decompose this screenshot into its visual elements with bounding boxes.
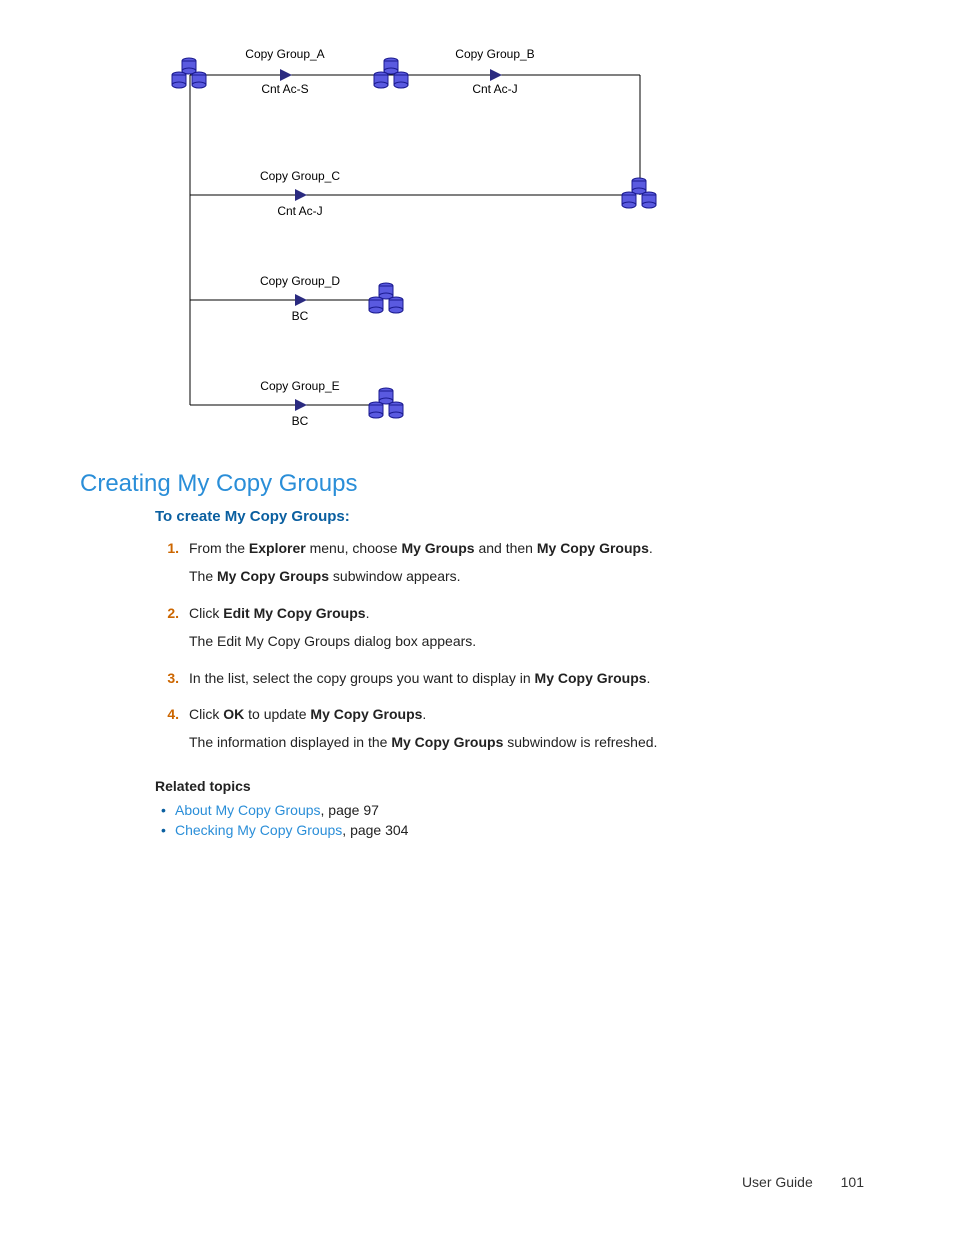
svg-text:Cnt Ac-J: Cnt Ac-J bbox=[277, 204, 322, 218]
svg-text:Copy Group_D: Copy Group_D bbox=[260, 274, 340, 288]
related-link[interactable]: Checking My Copy Groups bbox=[175, 822, 342, 838]
step: 1. From the Explorer menu, choose My Grou… bbox=[155, 537, 874, 594]
step: 2. Click Edit My Copy Groups. The Edit My … bbox=[155, 602, 874, 659]
copy-groups-diagram: Copy Group_A Copy Group_B Cnt Ac-S Cnt A… bbox=[160, 30, 874, 440]
page-footer: User Guide 101 bbox=[742, 1174, 864, 1190]
related-list: About My Copy Groups, page 97 Checking My… bbox=[155, 802, 874, 838]
step-body: Click Edit My Copy Groups. The Edit My Co… bbox=[189, 602, 874, 659]
related-link[interactable]: About My Copy Groups bbox=[175, 802, 321, 818]
footer-label: User Guide bbox=[742, 1174, 813, 1190]
section-title: Creating My Copy Groups bbox=[80, 470, 874, 498]
step-body: Click OK to update My Copy Groups. The in… bbox=[189, 703, 874, 760]
svg-text:Copy Group_C: Copy Group_C bbox=[260, 169, 340, 183]
step-line: The information displayed in the My Copy… bbox=[189, 731, 874, 753]
section-subtitle: To create My Copy Groups: bbox=[155, 508, 874, 525]
step-number: 3. bbox=[155, 667, 179, 695]
svg-text:Copy Group_E: Copy Group_E bbox=[260, 379, 339, 393]
step-body: In the list, select the copy groups you … bbox=[189, 667, 874, 695]
step-line: Click Edit My Copy Groups. bbox=[189, 602, 874, 624]
step-number: 2. bbox=[155, 602, 179, 659]
step-line: In the list, select the copy groups you … bbox=[189, 667, 874, 689]
svg-text:Copy Group_B: Copy Group_B bbox=[455, 47, 534, 61]
svg-text:BC: BC bbox=[292, 414, 309, 428]
related-item: Checking My Copy Groups, page 304 bbox=[175, 822, 874, 838]
svg-text:Cnt Ac-J: Cnt Ac-J bbox=[472, 82, 517, 96]
step-line: Click OK to update My Copy Groups. bbox=[189, 703, 874, 725]
steps-list: 1. From the Explorer menu, choose My Grou… bbox=[155, 537, 874, 760]
step-number: 1. bbox=[155, 537, 179, 594]
step-line: The My Copy Groups subwindow appears. bbox=[189, 565, 874, 587]
svg-text:Cnt Ac-S: Cnt Ac-S bbox=[261, 82, 308, 96]
svg-text:BC: BC bbox=[292, 309, 309, 323]
footer-page-number: 101 bbox=[841, 1174, 864, 1190]
step-body: From the Explorer menu, choose My Groups… bbox=[189, 537, 874, 594]
step-line: The Edit My Copy Groups dialog box appea… bbox=[189, 630, 874, 652]
related-item: About My Copy Groups, page 97 bbox=[175, 802, 874, 818]
step: 4. Click OK to update My Copy Groups. The … bbox=[155, 703, 874, 760]
related-heading: Related topics bbox=[155, 778, 874, 794]
step-number: 4. bbox=[155, 703, 179, 760]
step-line: From the Explorer menu, choose My Groups… bbox=[189, 537, 874, 559]
svg-text:Copy Group_A: Copy Group_A bbox=[245, 47, 324, 61]
step: 3. In the list, select the copy groups yo… bbox=[155, 667, 874, 695]
